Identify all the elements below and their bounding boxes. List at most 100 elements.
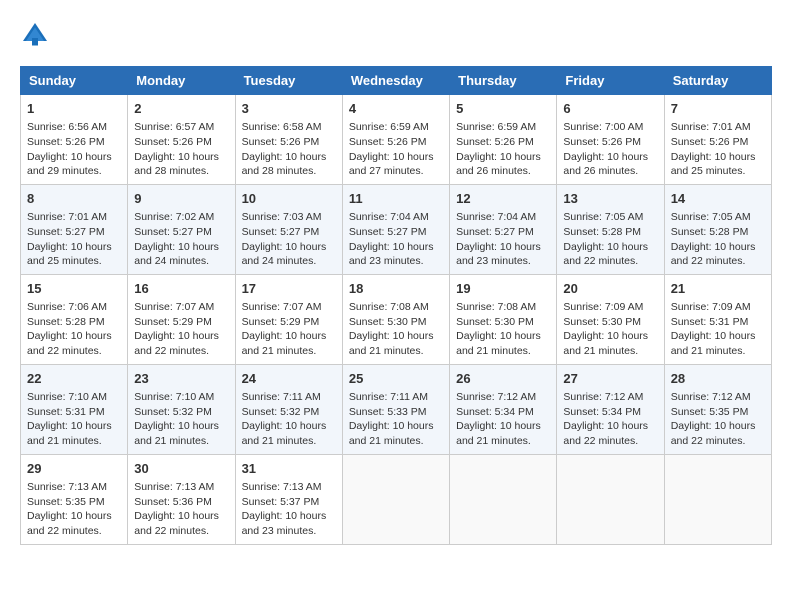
day-cell: 6 Sunrise: 7:00 AM Sunset: 5:26 PM Daylig… bbox=[557, 95, 664, 185]
day-info: Sunrise: 7:05 AM Sunset: 5:28 PM Dayligh… bbox=[563, 210, 657, 269]
week-row-1: 1 Sunrise: 6:56 AM Sunset: 5:26 PM Daylig… bbox=[21, 95, 772, 185]
week-row-3: 15 Sunrise: 7:06 AM Sunset: 5:28 PM Dayli… bbox=[21, 274, 772, 364]
day-cell: 27 Sunrise: 7:12 AM Sunset: 5:34 PM Dayli… bbox=[557, 364, 664, 454]
day-info: Sunrise: 7:07 AM Sunset: 5:29 PM Dayligh… bbox=[242, 300, 336, 359]
day-number: 27 bbox=[563, 370, 657, 388]
day-info: Sunrise: 7:05 AM Sunset: 5:28 PM Dayligh… bbox=[671, 210, 765, 269]
day-number: 21 bbox=[671, 280, 765, 298]
header-day-wednesday: Wednesday bbox=[342, 67, 449, 95]
day-number: 17 bbox=[242, 280, 336, 298]
day-info: Sunrise: 7:11 AM Sunset: 5:33 PM Dayligh… bbox=[349, 390, 443, 449]
day-number: 18 bbox=[349, 280, 443, 298]
day-cell: 25 Sunrise: 7:11 AM Sunset: 5:33 PM Dayli… bbox=[342, 364, 449, 454]
day-number: 25 bbox=[349, 370, 443, 388]
calendar-header-row: SundayMondayTuesdayWednesdayThursdayFrid… bbox=[21, 67, 772, 95]
day-cell: 24 Sunrise: 7:11 AM Sunset: 5:32 PM Dayli… bbox=[235, 364, 342, 454]
day-info: Sunrise: 7:02 AM Sunset: 5:27 PM Dayligh… bbox=[134, 210, 228, 269]
header-day-monday: Monday bbox=[128, 67, 235, 95]
day-cell: 26Sunrise: 7:12 AM Sunset: 5:34 PM Dayli… bbox=[450, 364, 557, 454]
day-number: 7 bbox=[671, 100, 765, 118]
calendar-table: SundayMondayTuesdayWednesdayThursdayFrid… bbox=[20, 66, 772, 545]
day-info: Sunrise: 7:13 AM Sunset: 5:37 PM Dayligh… bbox=[242, 480, 336, 539]
header-day-friday: Friday bbox=[557, 67, 664, 95]
day-number: 28 bbox=[671, 370, 765, 388]
day-cell: 22Sunrise: 7:10 AM Sunset: 5:31 PM Dayli… bbox=[21, 364, 128, 454]
day-cell: 11 Sunrise: 7:04 AM Sunset: 5:27 PM Dayli… bbox=[342, 184, 449, 274]
day-info: Sunrise: 7:00 AM Sunset: 5:26 PM Dayligh… bbox=[563, 120, 657, 179]
day-info: Sunrise: 7:06 AM Sunset: 5:28 PM Dayligh… bbox=[27, 300, 121, 359]
day-number: 8 bbox=[27, 190, 121, 208]
day-cell: 9 Sunrise: 7:02 AM Sunset: 5:27 PM Daylig… bbox=[128, 184, 235, 274]
header-day-saturday: Saturday bbox=[664, 67, 771, 95]
day-info: Sunrise: 7:12 AM Sunset: 5:34 PM Dayligh… bbox=[456, 390, 550, 449]
day-number: 10 bbox=[242, 190, 336, 208]
day-cell: 30 Sunrise: 7:13 AM Sunset: 5:36 PM Dayli… bbox=[128, 454, 235, 544]
day-cell: 12 Sunrise: 7:04 AM Sunset: 5:27 PM Dayli… bbox=[450, 184, 557, 274]
day-number: 15 bbox=[27, 280, 121, 298]
day-cell: 1 Sunrise: 6:56 AM Sunset: 5:26 PM Daylig… bbox=[21, 95, 128, 185]
week-row-5: 29 Sunrise: 7:13 AM Sunset: 5:35 PM Dayli… bbox=[21, 454, 772, 544]
day-info: Sunrise: 6:58 AM Sunset: 5:26 PM Dayligh… bbox=[242, 120, 336, 179]
day-number: 4 bbox=[349, 100, 443, 118]
day-info: Sunrise: 7:09 AM Sunset: 5:30 PM Dayligh… bbox=[563, 300, 657, 359]
day-cell: 17 Sunrise: 7:07 AM Sunset: 5:29 PM Dayli… bbox=[235, 274, 342, 364]
day-cell: 29 Sunrise: 7:13 AM Sunset: 5:35 PM Dayli… bbox=[21, 454, 128, 544]
header bbox=[20, 20, 772, 50]
day-cell bbox=[342, 454, 449, 544]
page-container: SundayMondayTuesdayWednesdayThursdayFrid… bbox=[20, 20, 772, 545]
day-number: 24 bbox=[242, 370, 336, 388]
day-number: 3 bbox=[242, 100, 336, 118]
day-info: Sunrise: 7:03 AM Sunset: 5:27 PM Dayligh… bbox=[242, 210, 336, 269]
day-info: Sunrise: 6:56 AM Sunset: 5:26 PM Dayligh… bbox=[27, 120, 121, 179]
day-cell: 31 Sunrise: 7:13 AM Sunset: 5:37 PM Dayli… bbox=[235, 454, 342, 544]
logo-icon bbox=[20, 20, 50, 50]
day-cell: 19 Sunrise: 7:08 AM Sunset: 5:30 PM Dayli… bbox=[450, 274, 557, 364]
day-info: Sunrise: 7:10 AM Sunset: 5:32 PM Dayligh… bbox=[134, 390, 228, 449]
logo bbox=[20, 20, 54, 50]
day-cell: 15 Sunrise: 7:06 AM Sunset: 5:28 PM Dayli… bbox=[21, 274, 128, 364]
day-number: 23 bbox=[134, 370, 228, 388]
day-info: Sunrise: 6:57 AM Sunset: 5:26 PM Dayligh… bbox=[134, 120, 228, 179]
day-number: 29 bbox=[27, 460, 121, 478]
day-info: Sunrise: 7:11 AM Sunset: 5:32 PM Dayligh… bbox=[242, 390, 336, 449]
day-info: Sunrise: 6:59 AM Sunset: 5:26 PM Dayligh… bbox=[456, 120, 550, 179]
day-cell: 5 Sunrise: 6:59 AM Sunset: 5:26 PM Daylig… bbox=[450, 95, 557, 185]
day-cell: 8Sunrise: 7:01 AM Sunset: 5:27 PM Daylig… bbox=[21, 184, 128, 274]
header-day-sunday: Sunday bbox=[21, 67, 128, 95]
day-number: 14 bbox=[671, 190, 765, 208]
day-info: Sunrise: 7:04 AM Sunset: 5:27 PM Dayligh… bbox=[349, 210, 443, 269]
day-cell bbox=[557, 454, 664, 544]
day-info: Sunrise: 7:01 AM Sunset: 5:26 PM Dayligh… bbox=[671, 120, 765, 179]
day-info: Sunrise: 7:12 AM Sunset: 5:34 PM Dayligh… bbox=[563, 390, 657, 449]
day-number: 11 bbox=[349, 190, 443, 208]
header-day-tuesday: Tuesday bbox=[235, 67, 342, 95]
day-cell: 2Sunrise: 6:57 AM Sunset: 5:26 PM Daylig… bbox=[128, 95, 235, 185]
day-number: 5 bbox=[456, 100, 550, 118]
day-number: 31 bbox=[242, 460, 336, 478]
day-cell: 28 Sunrise: 7:12 AM Sunset: 5:35 PM Dayli… bbox=[664, 364, 771, 454]
day-info: Sunrise: 7:12 AM Sunset: 5:35 PM Dayligh… bbox=[671, 390, 765, 449]
day-info: Sunrise: 7:04 AM Sunset: 5:27 PM Dayligh… bbox=[456, 210, 550, 269]
day-number: 22 bbox=[27, 370, 121, 388]
day-cell: 13Sunrise: 7:05 AM Sunset: 5:28 PM Dayli… bbox=[557, 184, 664, 274]
day-info: Sunrise: 7:08 AM Sunset: 5:30 PM Dayligh… bbox=[456, 300, 550, 359]
day-info: Sunrise: 6:59 AM Sunset: 5:26 PM Dayligh… bbox=[349, 120, 443, 179]
week-row-4: 22Sunrise: 7:10 AM Sunset: 5:31 PM Dayli… bbox=[21, 364, 772, 454]
day-info: Sunrise: 7:09 AM Sunset: 5:31 PM Dayligh… bbox=[671, 300, 765, 359]
day-cell: 14 Sunrise: 7:05 AM Sunset: 5:28 PM Dayli… bbox=[664, 184, 771, 274]
day-info: Sunrise: 7:13 AM Sunset: 5:35 PM Dayligh… bbox=[27, 480, 121, 539]
header-day-thursday: Thursday bbox=[450, 67, 557, 95]
day-number: 12 bbox=[456, 190, 550, 208]
day-cell: 7 Sunrise: 7:01 AM Sunset: 5:26 PM Daylig… bbox=[664, 95, 771, 185]
day-number: 1 bbox=[27, 100, 121, 118]
day-number: 19 bbox=[456, 280, 550, 298]
day-cell: 3 Sunrise: 6:58 AM Sunset: 5:26 PM Daylig… bbox=[235, 95, 342, 185]
day-info: Sunrise: 7:13 AM Sunset: 5:36 PM Dayligh… bbox=[134, 480, 228, 539]
day-number: 20 bbox=[563, 280, 657, 298]
day-cell: 18Sunrise: 7:08 AM Sunset: 5:30 PM Dayli… bbox=[342, 274, 449, 364]
day-number: 9 bbox=[134, 190, 228, 208]
day-number: 6 bbox=[563, 100, 657, 118]
day-number: 30 bbox=[134, 460, 228, 478]
day-cell: 10 Sunrise: 7:03 AM Sunset: 5:27 PM Dayli… bbox=[235, 184, 342, 274]
day-cell: 21 Sunrise: 7:09 AM Sunset: 5:31 PM Dayli… bbox=[664, 274, 771, 364]
